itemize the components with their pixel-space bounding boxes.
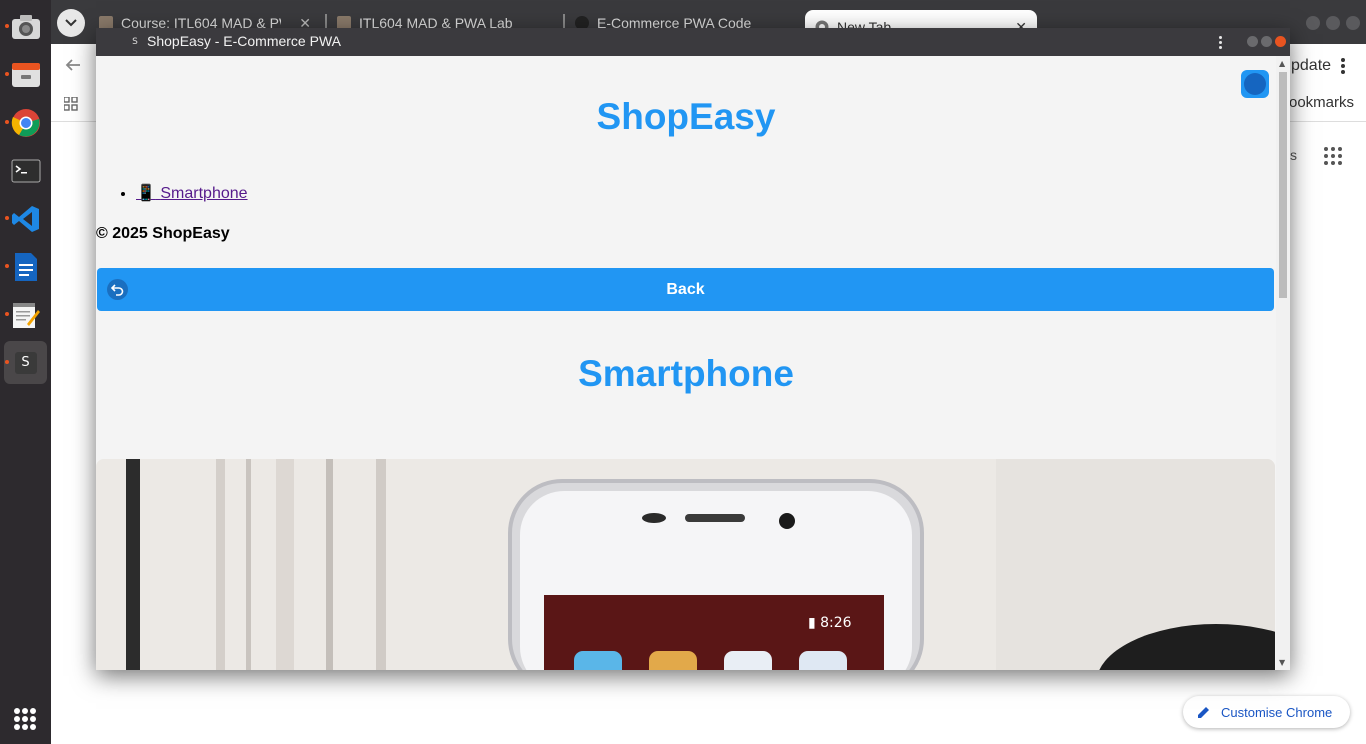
pencil-icon — [1198, 707, 1209, 718]
footer-copyright: © 2025 ShopEasy — [96, 225, 230, 242]
maximize-icon[interactable] — [1326, 16, 1340, 30]
shopeasy-pwa-window: S ShopEasy - E-Commerce PWA ShopEasy 📱 S… — [96, 28, 1290, 670]
tab-search-button[interactable] — [57, 9, 85, 37]
nav-link-label: Smartphone — [160, 185, 248, 202]
scroll-up-icon[interactable]: ▲ — [1279, 60, 1285, 68]
shopeasy-app-icon[interactable]: S — [4, 341, 47, 384]
terminal-app-icon[interactable] — [4, 149, 47, 192]
chrome-app-icon[interactable] — [4, 101, 47, 144]
minimize-icon[interactable] — [1247, 36, 1258, 47]
partial-link-text[interactable]: s — [1290, 147, 1297, 163]
all-bookmarks-label[interactable]: ookmarks — [1289, 94, 1354, 111]
google-apps-icon[interactable] — [1324, 147, 1342, 165]
camera-app-icon[interactable] — [4, 5, 47, 48]
maximize-icon[interactable] — [1261, 36, 1272, 47]
apps-grid-icon[interactable] — [64, 97, 78, 111]
pwa-favicon-icon: S — [132, 37, 138, 47]
close-window-icon[interactable] — [1346, 16, 1360, 30]
pwa-window-title: ShopEasy - E-Commerce PWA — [147, 33, 341, 49]
site-title: ShopEasy — [596, 96, 776, 137]
show-apps-icon[interactable] — [14, 708, 36, 730]
nav-list-item: 📱 Smartphone — [136, 183, 248, 203]
writer-app-icon[interactable] — [4, 245, 47, 288]
close-icon[interactable] — [1275, 36, 1286, 47]
product-nav-list: 📱 Smartphone — [136, 183, 248, 203]
vscode-app-icon[interactable] — [4, 197, 47, 240]
phone-status-time: ▮ 8:26 — [808, 615, 852, 631]
back-button-label: Back — [666, 280, 705, 298]
shopeasy-dock-letter: S — [14, 351, 37, 374]
ubuntu-dock: S — [0, 0, 51, 744]
scroll-down-icon[interactable]: ▼ — [1279, 659, 1285, 667]
scroll-thumb[interactable] — [1279, 72, 1287, 298]
files-app-icon[interactable] — [4, 53, 47, 96]
pwa-titlebar: S ShopEasy - E-Commerce PWA — [96, 28, 1290, 56]
update-button-label[interactable]: pdate — [1291, 57, 1331, 75]
back-button[interactable]: Back — [97, 268, 1274, 311]
vertical-scrollbar[interactable]: ▲ ▼ — [1276, 56, 1290, 670]
theme-toggle-button[interactable] — [1241, 70, 1269, 98]
product-image: ▮ 8:26 — [96, 459, 1275, 670]
product-title: Smartphone — [578, 353, 794, 394]
minimize-icon[interactable] — [1306, 16, 1320, 30]
pwa-page: ShopEasy 📱 Smartphone © 2025 ShopEasy Ba… — [96, 56, 1276, 670]
back-arrow-icon[interactable] — [65, 58, 81, 72]
customise-chrome-label: Customise Chrome — [1221, 704, 1333, 720]
chrome-menu-icon[interactable] — [1341, 58, 1345, 74]
customise-chrome-button[interactable]: Customise Chrome — [1183, 696, 1350, 728]
smartphone-photo: ▮ 8:26 — [96, 459, 1275, 670]
nav-link-smartphone[interactable]: 📱 Smartphone — [136, 185, 248, 202]
mobile-phone-icon: 📱 — [136, 185, 156, 202]
undo-arrow-icon — [107, 279, 128, 300]
app-menu-icon[interactable] — [1214, 33, 1226, 51]
text-editor-app-icon[interactable] — [4, 293, 47, 336]
